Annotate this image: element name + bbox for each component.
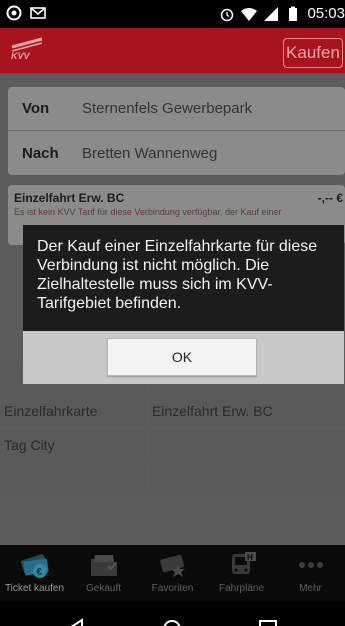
from-label: Von [22, 100, 50, 117]
picker-left-item[interactable] [0, 463, 146, 495]
svg-text:H: H [247, 553, 253, 562]
home-icon[interactable] [158, 615, 186, 626]
recents-icon[interactable] [254, 615, 282, 626]
system-nav-bar [0, 601, 345, 626]
nav-label: Fahrpläne [218, 583, 265, 594]
svg-text:KVV: KVV [11, 51, 31, 61]
nav-label: Favoriten [151, 583, 194, 594]
top-bar: KVV Kaufen [0, 28, 345, 73]
status-bar-left [6, 5, 46, 21]
kvv-logo: KVV [11, 37, 43, 61]
ticket-title: Einzelfahrt Erw. BC [14, 191, 125, 205]
svg-text:€: € [36, 567, 42, 578]
more-icon [298, 562, 323, 568]
status-bar-right: 05:03 [219, 5, 345, 22]
status-time: 05:03 [307, 5, 345, 22]
nav-label: Gekauft [85, 583, 122, 594]
nav-ticket-kaufen[interactable]: € Ticket kaufen [0, 545, 69, 601]
nav-favoriten[interactable]: Favoriten [138, 545, 207, 601]
from-row[interactable]: Von Sternenfels Gewerbepark [8, 87, 345, 131]
status-bar: 05:03 [0, 0, 345, 28]
wifi-icon [241, 7, 258, 21]
to-label: Nach [22, 144, 59, 162]
nav-fahrplaene[interactable]: H Fahrpläne [207, 545, 276, 601]
bus-icon: H [231, 552, 256, 574]
to-row[interactable]: Nach Bretten Wannenweg [8, 131, 345, 175]
ok-button[interactable]: OK [107, 338, 257, 376]
mail-icon [30, 7, 46, 19]
dialog-footer: OK [23, 331, 344, 384]
ticket-picker: Einzelfahrt Kind Einzelfahrkarte Einzelf… [0, 361, 345, 521]
nav-mehr[interactable]: Mehr [276, 545, 345, 601]
from-value: Sternenfels Gewerbepark [82, 100, 253, 117]
buy-button[interactable]: Kaufen [283, 38, 343, 68]
picker-left-item[interactable]: Einzelfahrkarte [0, 395, 146, 427]
to-value: Bretten Wannenweg [82, 144, 218, 162]
back-icon[interactable] [62, 615, 90, 626]
picker-right-item[interactable]: Einzelfahrt Erw. BC [148, 395, 345, 427]
bottom-nav: € Ticket kaufen Gekauft Favoriten H Fahr… [0, 545, 345, 601]
ticket-buy-icon: € [20, 554, 49, 578]
ticket-note: Es ist kein KVV Tarif für diese Verbindu… [14, 207, 282, 217]
picker-right-item[interactable] [148, 429, 345, 461]
app-notification-icon [6, 5, 22, 21]
alarm-icon [221, 8, 234, 21]
picker-left-item[interactable]: Tag City [0, 429, 146, 461]
picker-right-item[interactable] [148, 463, 345, 495]
nav-gekauft[interactable]: Gekauft [69, 545, 138, 601]
signal-icon [264, 6, 279, 21]
nav-label: Ticket kaufen [4, 583, 65, 594]
dialog-message: Der Kauf einer Einzelfahrkarte für diese… [37, 238, 318, 312]
ticket-price: -,-- € [317, 191, 343, 205]
battery-icon [289, 6, 298, 21]
error-dialog: Der Kauf einer Einzelfahrkarte für diese… [23, 225, 344, 384]
favorite-ticket-icon [159, 554, 185, 577]
folder-icon [90, 555, 117, 576]
nav-label: Mehr [299, 583, 322, 594]
route-card: Von Sternenfels Gewerbepark Nach Bretten… [8, 87, 345, 175]
